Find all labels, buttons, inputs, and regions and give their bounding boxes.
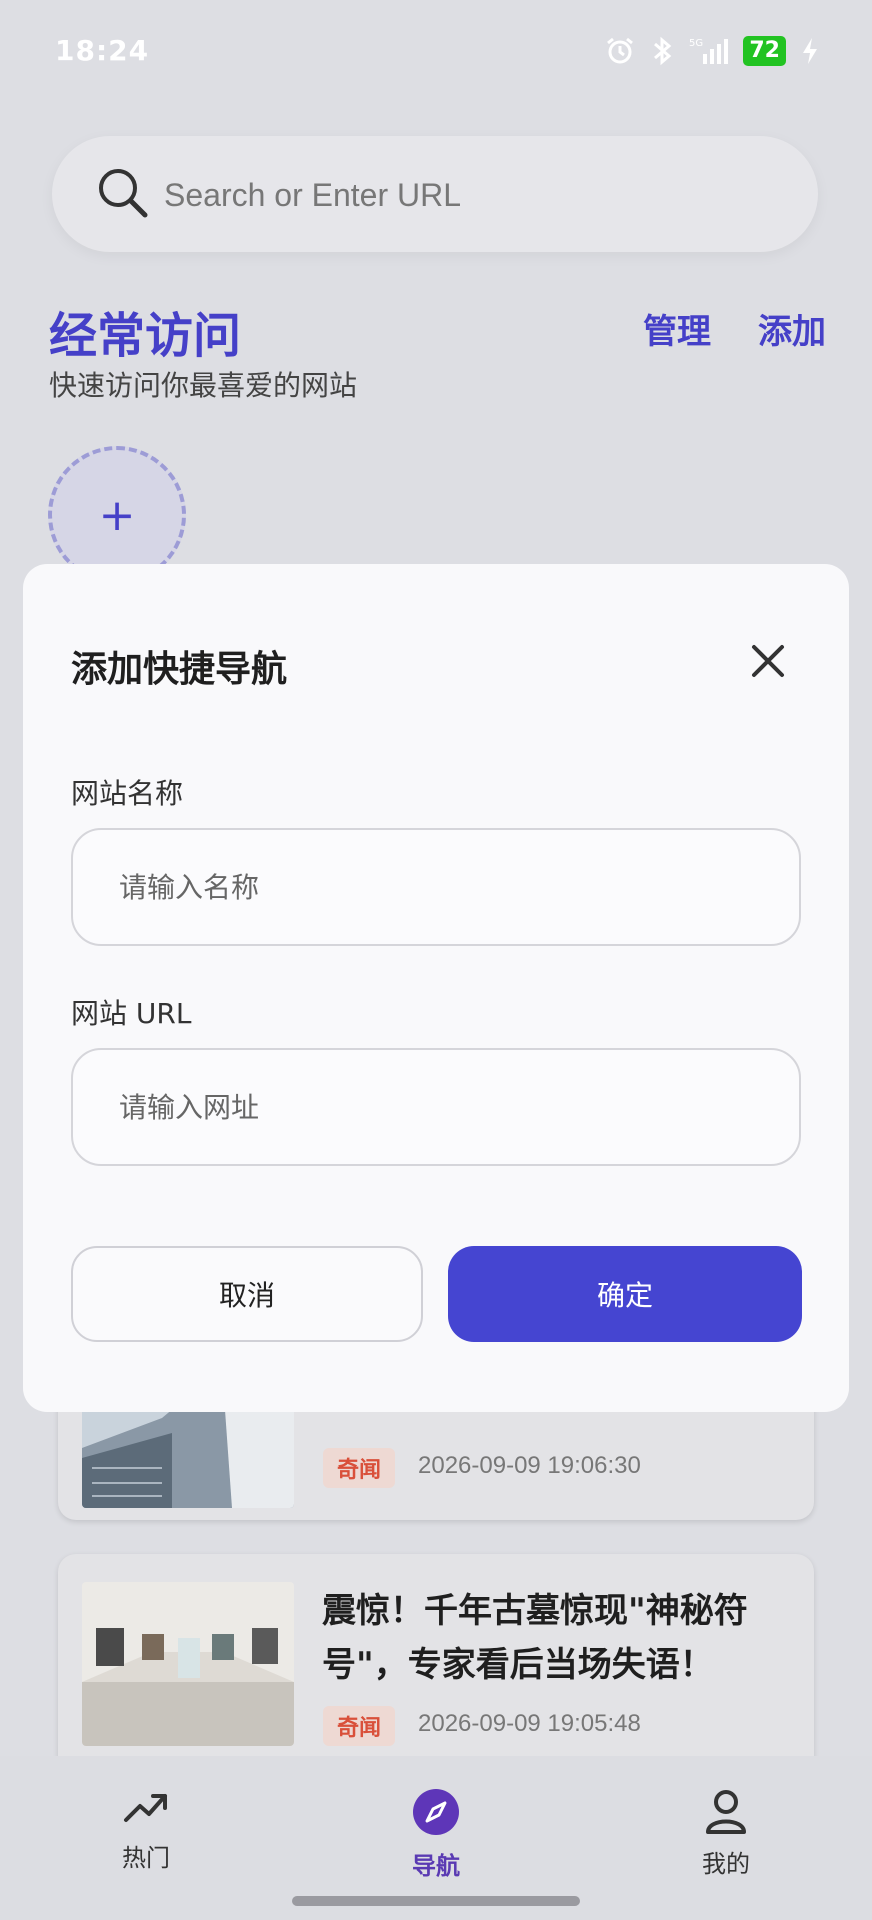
- nav-label-guide: 导航: [412, 1852, 460, 1880]
- nav-item-hot[interactable]: 热门: [86, 1788, 206, 1873]
- nav-item-guide[interactable]: 导航: [376, 1788, 496, 1881]
- cancel-button[interactable]: 取消: [71, 1246, 423, 1342]
- nav-item-me[interactable]: 我的: [666, 1788, 786, 1879]
- add-shortcut-dialog: 添加快捷导航 网站名称 网站 URL 取消 确定: [23, 564, 849, 1412]
- battery-indicator: 72: [743, 36, 786, 66]
- site-name-input[interactable]: [71, 828, 801, 946]
- section-subtitle: 快速访问你最喜爱的网站: [49, 369, 358, 402]
- site-url-input[interactable]: [71, 1048, 801, 1166]
- news-card[interactable]: 震惊！千年古墓惊现"神秘符号"，专家看后当场失语！ 奇闻 2026-09-09 …: [58, 1554, 814, 1774]
- trending-icon: [124, 1794, 167, 1822]
- news-tag: 奇闻: [323, 1706, 396, 1746]
- dialog-title: 添加快捷导航: [71, 649, 288, 690]
- close-icon[interactable]: [745, 638, 791, 684]
- news-time: 2026-09-09 19:05:48: [418, 1710, 641, 1737]
- site-name-label: 网站名称: [71, 777, 184, 810]
- signal-label: 5G: [689, 38, 703, 49]
- search-icon: [99, 169, 148, 218]
- news-tag: 奇闻: [323, 1448, 396, 1488]
- compass-icon: [413, 1789, 459, 1835]
- plus-icon: +: [98, 489, 136, 541]
- add-button[interactable]: 添加: [758, 304, 826, 353]
- user-icon: [706, 1790, 746, 1834]
- signal-icon: 5G: [689, 38, 729, 64]
- charging-icon: [803, 38, 817, 64]
- confirm-button[interactable]: 确定: [448, 1246, 802, 1342]
- manage-button[interactable]: 管理: [643, 304, 711, 353]
- news-thumbnail: [82, 1582, 294, 1746]
- bluetooth-icon: [654, 36, 672, 66]
- home-indicator: [292, 1896, 580, 1906]
- nav-label-me: 我的: [702, 1850, 750, 1878]
- search-input[interactable]: [162, 160, 726, 230]
- section-title: 经常访问: [49, 308, 242, 364]
- search-bar[interactable]: [52, 136, 818, 252]
- status-icons: 5G 72: [605, 36, 820, 66]
- news-title: 震惊！千年古墓惊现"神秘符号"，专家看后当场失语！: [322, 1591, 748, 1685]
- alarm-icon: [607, 37, 634, 64]
- news-time: 2026-09-09 19:06:30: [418, 1452, 641, 1479]
- site-url-label: 网站 URL: [71, 997, 192, 1030]
- nav-label-hot: 热门: [122, 1844, 170, 1872]
- status-time: 18:24: [55, 34, 150, 67]
